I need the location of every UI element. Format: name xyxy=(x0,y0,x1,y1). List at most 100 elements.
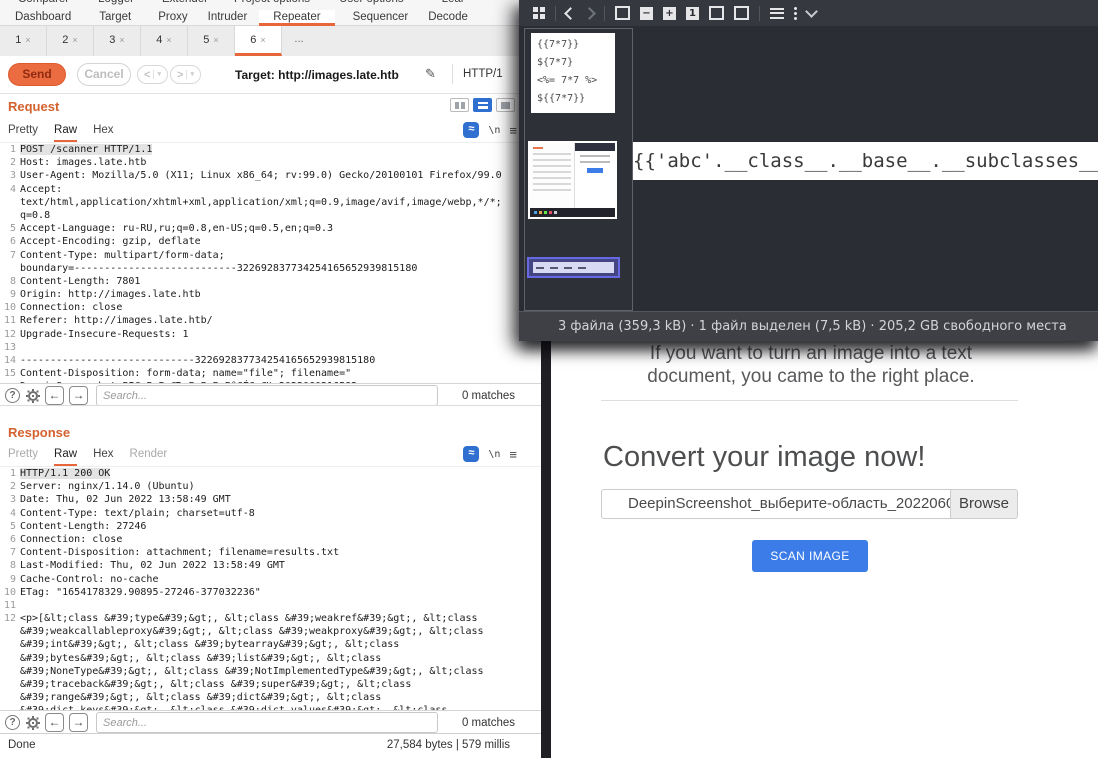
response-line: 3Date: Thu, 02 Jun 2022 13:58:49 GMT xyxy=(0,493,541,506)
zoom-in-icon[interactable]: + xyxy=(663,7,676,20)
search-prev-button[interactable]: ← xyxy=(45,713,64,732)
zoom-original-icon[interactable]: 1 xyxy=(686,7,699,20)
editor-menu-icon[interactable]: ≡ xyxy=(509,123,517,138)
response-line: 8Last-Modified: Thu, 02 Jun 2022 13:58:4… xyxy=(0,559,541,572)
response-line: 5Content-Length: 27246 xyxy=(0,520,541,533)
repeater-tab[interactable]: 1× xyxy=(0,26,47,56)
zoom-fit-icon[interactable] xyxy=(615,6,630,20)
response-line: 2Server: nginx/1.14.0 (Ubuntu) xyxy=(0,480,541,493)
payload-line: ${7*7} xyxy=(531,54,615,72)
forward-icon[interactable] xyxy=(583,7,596,20)
burp-top-tab[interactable]: Project options xyxy=(234,0,310,10)
view-tab[interactable]: Pretty xyxy=(8,444,38,464)
burp-top-tab-row: Comparer Logger Extender Project options Use… xyxy=(0,0,541,10)
send-button[interactable]: Send xyxy=(8,63,66,86)
newline-toggle-icon[interactable]: \n xyxy=(488,449,500,460)
image-preview-text[interactable]: {{'abc'.__class__.__base__.__subclasses_… xyxy=(633,142,1098,180)
history-forward-button[interactable]: >▾ xyxy=(170,65,201,84)
list-view-icon[interactable] xyxy=(770,8,784,19)
protocol-label[interactable]: HTTP/1 xyxy=(463,68,503,80)
file-upload-field[interactable]: DeepinScreenshot_выберите-область_202206… xyxy=(601,489,1018,519)
view-tab[interactable]: Raw xyxy=(54,444,77,466)
request-line: 9Origin: http://images.late.htb xyxy=(0,288,541,301)
repeater-tab[interactable]: 4× xyxy=(141,26,188,56)
divider xyxy=(759,6,760,21)
payload-text-thumbnail[interactable]: {{7*7}}${7*7}<%= 7*7 %>${{7*7}} xyxy=(531,33,615,113)
search-next-button[interactable]: → xyxy=(69,386,88,405)
edit-target-icon[interactable]: ✎ xyxy=(425,66,436,82)
burp-top-tab[interactable]: Lear xyxy=(442,0,465,10)
grid-view-icon[interactable] xyxy=(533,7,545,19)
newline-toggle-icon[interactable]: \n xyxy=(488,125,500,136)
repeater-more-tabs[interactable]: ... xyxy=(282,26,316,56)
burp-top-tab[interactable]: Logger xyxy=(98,0,134,10)
layout-columns-button[interactable] xyxy=(450,98,469,112)
close-icon[interactable]: × xyxy=(166,35,171,45)
editor-menu-icon[interactable]: ≡ xyxy=(509,447,517,462)
chevron-down-icon[interactable] xyxy=(805,5,818,18)
selected-file-thumbnail[interactable] xyxy=(527,257,620,278)
view-tab[interactable]: Hex xyxy=(93,120,113,140)
search-prev-button[interactable]: ← xyxy=(45,386,64,405)
response-editor[interactable]: 1HTTP/1.1 200 OK2Server: nginx/1.14.0 (U… xyxy=(0,467,541,710)
request-line: boundary=---------------------------3226… xyxy=(0,262,541,275)
caret-down-icon[interactable]: ▾ xyxy=(153,70,161,79)
burp-main-tab[interactable]: Proxy xyxy=(158,10,187,25)
close-icon[interactable]: × xyxy=(25,35,30,45)
back-icon[interactable] xyxy=(564,7,577,20)
burp-main-tab[interactable]: Dashboard xyxy=(15,10,71,25)
repeater-tab[interactable]: 5× xyxy=(188,26,235,56)
frame-icon[interactable] xyxy=(734,6,749,20)
response-view-tabs: Pretty Raw Hex Render ≈ \n ≡ xyxy=(0,444,541,467)
view-tab[interactable]: Raw xyxy=(54,120,77,142)
burp-main-tab[interactable]: Sequencer xyxy=(353,10,409,25)
burp-top-tab[interactable]: Extender xyxy=(162,0,208,10)
gear-icon[interactable] xyxy=(25,715,40,730)
help-icon[interactable]: ? xyxy=(5,388,20,403)
burp-main-tab[interactable]: Intruder xyxy=(208,10,248,25)
browse-button[interactable]: Browse xyxy=(950,490,1017,518)
request-search-input[interactable] xyxy=(96,385,438,406)
request-line: text/html,application/xhtml+xml,applicat… xyxy=(0,196,541,209)
request-editor[interactable]: 1POST /scanner HTTP/1.12Host: images.lat… xyxy=(0,143,541,383)
scan-image-button[interactable]: SCAN IMAGE xyxy=(752,540,868,572)
response-line: &#39;range&#39;&gt;, &lt;class &#39;dict… xyxy=(0,691,541,704)
highlight-toggle-icon[interactable]: ≈ xyxy=(463,122,479,138)
repeater-tab[interactable]: 3× xyxy=(94,26,141,56)
response-search-input[interactable] xyxy=(96,712,438,733)
layout-single-button[interactable] xyxy=(496,98,515,112)
history-back-button[interactable]: <▾ xyxy=(137,65,168,84)
burp-main-tab[interactable]: Decode xyxy=(428,10,468,25)
close-icon[interactable]: × xyxy=(260,35,265,45)
caret-down-icon[interactable]: ▾ xyxy=(186,70,194,79)
view-tab[interactable]: Render xyxy=(130,444,168,464)
gear-icon[interactable] xyxy=(25,388,40,403)
response-line: 11 xyxy=(0,599,541,612)
payload-line: ${{7*7}} xyxy=(531,90,615,108)
repeater-tab[interactable]: 2× xyxy=(47,26,94,56)
highlight-toggle-icon[interactable]: ≈ xyxy=(463,446,479,462)
screenshot-thumbnail[interactable] xyxy=(528,141,617,219)
close-icon[interactable]: × xyxy=(119,35,124,45)
layout-rows-button[interactable] xyxy=(473,98,492,112)
close-icon[interactable]: × xyxy=(213,35,218,45)
page-heading: Convert your image now! xyxy=(603,441,925,474)
burp-main-tab[interactable]: Repeater xyxy=(259,10,334,26)
file-viewer-window: − + 1 {{7*7}}${7*7}<%= 7*7 %>${{7*7}} xyxy=(519,0,1098,341)
close-icon[interactable]: × xyxy=(72,35,77,45)
help-icon[interactable]: ? xyxy=(5,715,20,730)
burp-top-tab[interactable]: User options xyxy=(339,0,404,10)
zoom-out-icon[interactable]: − xyxy=(640,7,653,20)
repeater-tab[interactable]: 6× xyxy=(235,26,282,56)
thumbnail-panel: {{7*7}}${7*7}<%= 7*7 %>${{7*7}} xyxy=(524,28,633,311)
burp-top-tab[interactable]: Comparer xyxy=(18,0,69,10)
target-url: Target: http://images.late.htb xyxy=(235,68,399,82)
cancel-button[interactable]: Cancel xyxy=(77,63,131,86)
fullscreen-icon[interactable] xyxy=(709,6,724,20)
search-next-button[interactable]: → xyxy=(69,713,88,732)
more-options-icon[interactable] xyxy=(794,7,797,10)
burp-main-tab[interactable]: Target xyxy=(99,10,131,25)
view-tab[interactable]: Pretty xyxy=(8,120,38,140)
response-line: 9Cache-Control: no-cache xyxy=(0,573,541,586)
view-tab[interactable]: Hex xyxy=(93,444,113,464)
